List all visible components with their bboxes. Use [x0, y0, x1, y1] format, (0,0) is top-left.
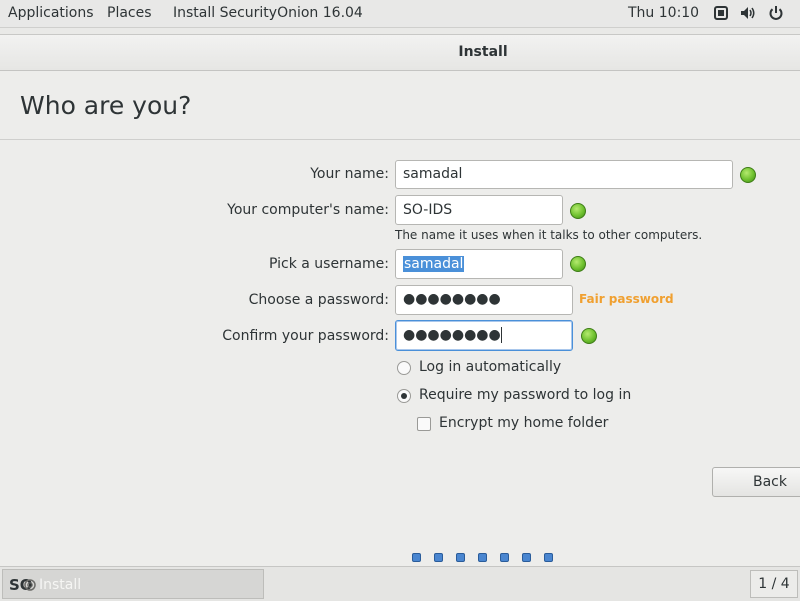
- require-password-radio[interactable]: [397, 389, 411, 403]
- username-value: samadal: [403, 256, 465, 272]
- computer-name-value: SO-IDS: [403, 202, 453, 218]
- page-title: Who are you?: [20, 91, 192, 120]
- name-field[interactable]: samadal: [395, 160, 733, 189]
- window-icon[interactable]: [713, 5, 729, 21]
- progress-step-4: [478, 553, 487, 562]
- back-button[interactable]: Back: [712, 467, 800, 497]
- username-ok-icon: [570, 256, 586, 272]
- password-field[interactable]: ●●●●●●●●: [395, 285, 573, 315]
- computer-name-label: Your computer's name:: [227, 202, 389, 218]
- progress-step-5: [500, 553, 509, 562]
- progress-step-7: [544, 553, 553, 562]
- workspace-indicator[interactable]: 1 / 4: [750, 570, 798, 598]
- progress-step-1: [412, 553, 421, 562]
- name-ok-icon: [740, 167, 756, 183]
- confirm-password-ok-icon: [581, 328, 597, 344]
- computer-name-hint: The name it uses when it talks to other …: [395, 228, 703, 242]
- progress-step-6: [522, 553, 531, 562]
- top-panel: Applications Places Install SecurityOnio…: [0, 0, 800, 28]
- name-value: samadal: [403, 166, 463, 182]
- login-auto-radio[interactable]: [397, 361, 411, 375]
- bottom-taskbar: SO Install 1 / 4: [0, 566, 800, 601]
- computer-name-field[interactable]: SO-IDS: [395, 195, 563, 225]
- username-label: Pick a username:: [268, 256, 389, 272]
- places-menu[interactable]: Places: [107, 5, 152, 21]
- encrypt-home-label[interactable]: Encrypt my home folder: [439, 415, 608, 431]
- login-auto-label[interactable]: Log in automatically: [419, 359, 561, 375]
- app-menu-title[interactable]: Install SecurityOnion 16.04: [173, 5, 363, 21]
- text-cursor: [500, 327, 502, 343]
- window-title: Install: [458, 44, 508, 60]
- onion-icon: [24, 579, 36, 591]
- confirm-password-field[interactable]: ●●●●●●●●: [395, 320, 573, 351]
- clock[interactable]: Thu 10:10: [628, 5, 699, 21]
- taskbar-install-label: Install: [39, 577, 82, 593]
- confirm-password-label: Confirm your password:: [222, 328, 389, 344]
- password-value: ●●●●●●●●: [403, 291, 501, 307]
- progress-step-2: [434, 553, 443, 562]
- window-titlebar[interactable]: Install: [0, 35, 800, 71]
- taskbar-install-item[interactable]: SO Install: [2, 569, 264, 599]
- confirm-password-value: ●●●●●●●●: [403, 327, 501, 343]
- encrypt-home-checkbox[interactable]: [417, 417, 431, 431]
- applications-menu[interactable]: Applications: [8, 5, 94, 21]
- password-strength: Fair password: [579, 292, 674, 306]
- volume-icon[interactable]: [740, 5, 756, 21]
- username-field[interactable]: samadal: [395, 249, 563, 279]
- page-header: Who are you?: [0, 71, 800, 140]
- computer-name-ok-icon: [570, 203, 586, 219]
- require-password-label[interactable]: Require my password to log in: [419, 387, 631, 403]
- name-label: Your name:: [310, 166, 389, 182]
- power-icon[interactable]: [768, 5, 784, 21]
- progress-step-3: [456, 553, 465, 562]
- password-label: Choose a password:: [248, 292, 389, 308]
- installer-window: Install Who are you? Your name: samadal …: [0, 34, 800, 566]
